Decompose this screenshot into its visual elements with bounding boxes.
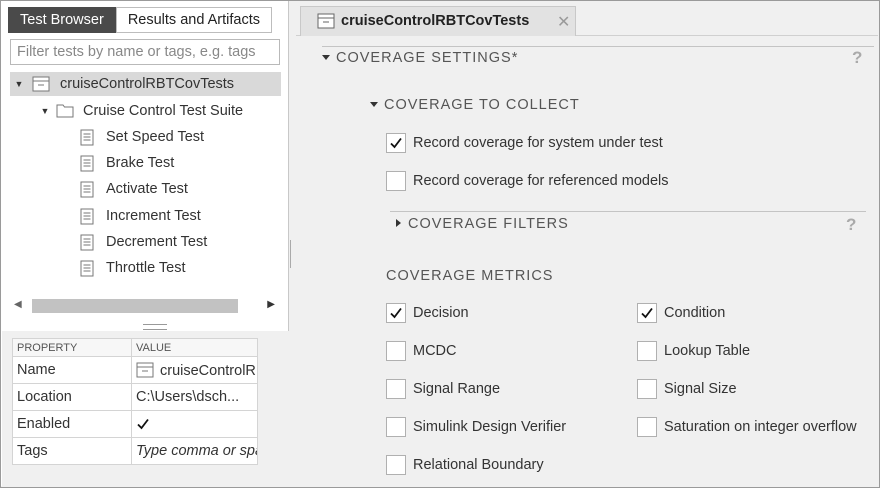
checkbox-label: MCDC (413, 343, 457, 359)
resize-grip-icon[interactable] (143, 324, 167, 330)
coverage-settings-panel: COVERAGE SETTINGS* ? COVERAGE TO COLLECT… (296, 36, 878, 486)
tree-item-label: Activate Test (106, 181, 188, 197)
property-table: PROPERTY VALUE Name cruiseControlRBTCovT… (12, 338, 258, 465)
section-title: COVERAGE SETTINGS* (336, 50, 519, 66)
scroll-left-icon[interactable]: ◀ (14, 299, 22, 310)
checkmark-icon (641, 307, 653, 319)
property-panel: PROPERTY VALUE Name cruiseControlRBTCovT… (2, 331, 289, 486)
property-name: Tags (12, 437, 132, 465)
checkbox-box[interactable] (386, 417, 406, 437)
checkbox-box[interactable] (637, 341, 657, 361)
chevron-down-icon[interactable]: ▼ (13, 72, 25, 96)
scrollbar-thumb[interactable] (32, 299, 238, 313)
help-icon[interactable]: ? (852, 48, 862, 68)
tree-item-label: cruiseControlRBTCovTests (60, 76, 235, 92)
help-icon[interactable]: ? (846, 215, 856, 235)
checkbox-label: Saturation on integer overflow (664, 419, 857, 435)
checkbox-label: Simulink Design Verifier (413, 419, 567, 435)
checkbox-box[interactable] (637, 303, 657, 323)
checkbox-box[interactable] (386, 133, 406, 153)
checkbox-box[interactable] (386, 455, 406, 475)
checkmark-icon (390, 307, 402, 319)
checkbox-box[interactable] (386, 303, 406, 323)
checkbox-box[interactable] (386, 379, 406, 399)
coverage-settings-header[interactable]: COVERAGE SETTINGS* (322, 50, 518, 66)
test-file-icon (32, 76, 50, 92)
test-case-icon (80, 181, 94, 198)
property-name: Name (12, 356, 132, 384)
document-tab-bar: cruiseControlRBTCovTests ✕ (296, 1, 878, 37)
checkbox-box[interactable] (637, 417, 657, 437)
tags-input[interactable]: Type comma or space separated tags (131, 437, 258, 465)
table-row: Location C:\Users\dsch... (12, 383, 258, 411)
test-case-icon (80, 155, 94, 172)
divider (322, 46, 874, 47)
tree-item-label: Decrement Test (106, 234, 208, 250)
expand-triangle-icon (396, 219, 401, 227)
tree-item-label: Brake Test (106, 155, 175, 171)
section-title: COVERAGE FILTERS (408, 216, 569, 232)
checkmark-icon (390, 137, 402, 149)
collapse-triangle-icon (322, 55, 330, 60)
checkbox-label: Signal Size (664, 381, 737, 397)
property-name: Location (12, 383, 132, 411)
test-case-icon (80, 234, 94, 251)
property-value[interactable]: cruiseControlRBTCovTests (131, 356, 258, 384)
column-header-property: PROPERTY (12, 338, 132, 357)
coverage-metrics-header: COVERAGE METRICS (386, 268, 554, 284)
enabled-checkbox[interactable] (136, 417, 150, 431)
checkbox-box[interactable] (386, 171, 406, 191)
test-case-icon (80, 129, 94, 146)
section-title: COVERAGE TO COLLECT (384, 97, 580, 113)
column-header-value: VALUE (131, 338, 258, 357)
coverage-filters-header[interactable]: COVERAGE FILTERS (396, 216, 569, 232)
checkbox-label: Decision (413, 305, 469, 321)
tree-item-label: Throttle Test (106, 260, 186, 276)
tab-test-browser[interactable]: Test Browser (8, 7, 116, 33)
checkbox-label: Relational Boundary (413, 457, 544, 473)
tree-item-label: Set Speed Test (106, 129, 205, 145)
location-value[interactable]: C:\Users\dsch... (131, 383, 258, 411)
left-tab-bar: Test Browser Results and Artifacts (8, 7, 272, 33)
scroll-right-icon[interactable]: ▶ (267, 299, 275, 310)
tree-item-label: Cruise Control Test Suite (83, 103, 244, 119)
tab-test-file[interactable]: cruiseControlRBTCovTests ✕ (300, 6, 576, 37)
checkbox-box[interactable] (637, 379, 657, 399)
table-row: Name cruiseControlRBTCovTests (12, 356, 258, 384)
tab-title: cruiseControlRBTCovTests (341, 13, 530, 29)
filter-tests-input[interactable] (10, 39, 280, 65)
checkbox-label: Condition (664, 305, 726, 321)
tab-results-and-artifacts[interactable]: Results and Artifacts (115, 7, 272, 33)
folder-icon (56, 104, 74, 118)
collapse-triangle-icon (370, 102, 378, 107)
checkbox-label: Lookup Table (664, 343, 751, 359)
test-browser-panel: Test Browser Results and Artifacts ▼ cru… (1, 1, 289, 486)
divider (390, 211, 866, 212)
test-file-icon (136, 362, 154, 377)
name-value: cruiseControlRBTCovTests (160, 362, 257, 379)
checkbox-box[interactable] (386, 341, 406, 361)
checkbox-label: Signal Range (413, 381, 501, 397)
test-file-icon (317, 13, 335, 29)
table-row: Enabled (12, 410, 258, 438)
tree-item-label: Increment Test (106, 208, 201, 224)
horizontal-scrollbar[interactable]: ◀ ▶ (10, 297, 281, 315)
coverage-to-collect-header[interactable]: COVERAGE TO COLLECT (370, 97, 580, 113)
chevron-down-icon[interactable]: ▼ (39, 99, 51, 123)
checkbox-label: Record coverage for referenced models (413, 173, 669, 189)
test-case-icon (80, 260, 94, 277)
tree-item-test-file[interactable]: ▼ cruiseControlRBTCovTests (10, 72, 281, 96)
panel-splitter[interactable] (290, 240, 294, 268)
table-row: Tags Type comma or space separated tags (12, 437, 258, 465)
checkbox-label: Record coverage for system under test (413, 135, 663, 151)
test-case-icon (80, 208, 94, 225)
enabled-value (131, 410, 258, 438)
close-icon[interactable]: ✕ (557, 12, 570, 32)
property-name: Enabled (12, 410, 132, 438)
